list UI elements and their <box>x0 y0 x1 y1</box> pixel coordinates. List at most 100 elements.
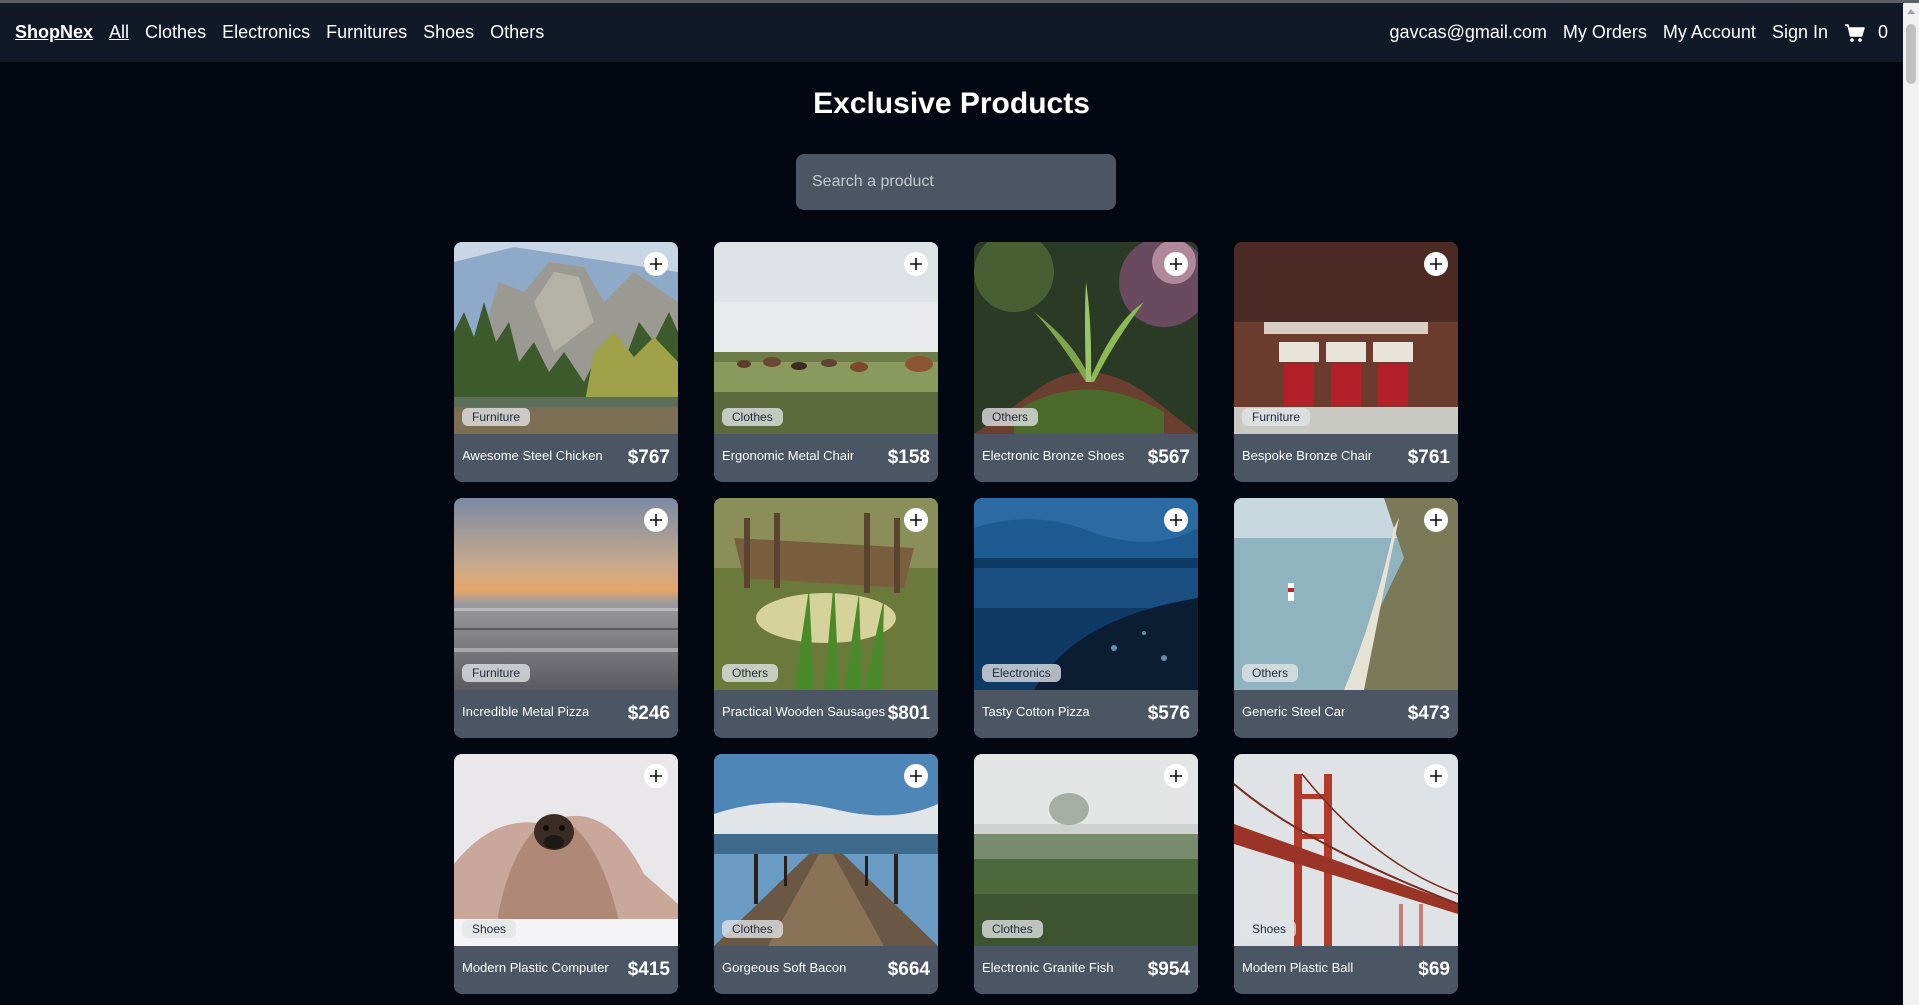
product-card[interactable]: Shoes Modern Plastic Ball $69 <box>1234 754 1458 994</box>
product-card[interactable]: Furniture Bespoke Bronze Chair $761 <box>1234 242 1458 482</box>
product-name: Bespoke Bronze Chair <box>1242 447 1373 463</box>
add-to-cart-button[interactable] <box>904 252 928 276</box>
product-price: $801 <box>887 703 930 724</box>
product-image: Furniture <box>1234 242 1458 434</box>
my-orders-link[interactable]: My Orders <box>1563 22 1647 43</box>
blue-shore-image <box>974 498 1198 690</box>
red-bridge-image <box>1234 754 1458 946</box>
nav-left: ShopNex All Clothes Electronics Furnitur… <box>15 22 544 43</box>
product-price: $69 <box>1418 959 1450 980</box>
plus-icon <box>650 514 662 526</box>
product-name: Awesome Steel Chicken <box>462 447 603 463</box>
category-badge: Others <box>722 664 779 682</box>
product-name: Incredible Metal Pizza <box>462 703 590 719</box>
plus-icon <box>1170 514 1182 526</box>
product-image: Furniture <box>454 242 678 434</box>
product-info: Incredible Metal Pizza $246 <box>454 690 678 738</box>
product-name: Ergonomic Metal Chair <box>722 447 855 463</box>
category-badge: Furniture <box>1242 408 1311 426</box>
product-card[interactable]: Clothes Gorgeous Soft Bacon $664 <box>714 754 938 994</box>
product-info: Tasty Cotton Pizza $576 <box>974 690 1198 738</box>
product-name: Practical Wooden Sausages <box>722 703 886 719</box>
product-card[interactable]: Others Practical Wooden Sausages $801 <box>714 498 938 738</box>
nav-link-all[interactable]: All <box>109 22 129 43</box>
product-name: Modern Plastic Ball <box>1242 959 1354 975</box>
add-to-cart-button[interactable] <box>644 508 668 532</box>
product-image: Shoes <box>454 754 678 946</box>
product-info: Bespoke Bronze Chair $761 <box>1234 434 1458 482</box>
product-name: Electronic Bronze Shoes <box>982 447 1125 463</box>
plus-icon <box>1430 770 1442 782</box>
category-badge: Shoes <box>1242 920 1297 938</box>
product-image: Electronics <box>974 498 1198 690</box>
product-image: Others <box>1234 498 1458 690</box>
product-card[interactable]: Furniture Awesome Steel Chicken $767 <box>454 242 678 482</box>
product-info: Practical Wooden Sausages $801 <box>714 690 938 738</box>
plus-icon <box>1170 258 1182 270</box>
product-image: Shoes <box>1234 754 1458 946</box>
category-badge: Furniture <box>462 664 531 682</box>
category-badge: Others <box>1242 664 1299 682</box>
sign-in-link[interactable]: Sign In <box>1772 22 1828 43</box>
product-card[interactable]: Others Electronic Bronze Shoes $567 <box>974 242 1198 482</box>
navbar: ShopNex All Clothes Electronics Furnitur… <box>0 3 1903 62</box>
product-card[interactable]: Others Generic Steel Car $473 <box>1234 498 1458 738</box>
add-to-cart-button[interactable] <box>1424 252 1448 276</box>
nav-link-furnitures[interactable]: Furnitures <box>326 22 407 43</box>
add-to-cart-button[interactable] <box>1424 508 1448 532</box>
product-info: Electronic Granite Fish $954 <box>974 946 1198 994</box>
foggy-field-image <box>974 754 1198 946</box>
sunset-sea-image <box>454 498 678 690</box>
category-badge: Clothes <box>982 920 1043 938</box>
plus-icon <box>650 258 662 270</box>
add-to-cart-button[interactable] <box>904 508 928 532</box>
category-badge: Others <box>982 408 1039 426</box>
search-input[interactable] <box>796 154 1116 210</box>
nav-link-others[interactable]: Others <box>490 22 544 43</box>
brand-logo[interactable]: ShopNex <box>15 22 93 43</box>
product-name: Tasty Cotton Pizza <box>982 703 1090 719</box>
plus-icon <box>650 770 662 782</box>
nav-link-clothes[interactable]: Clothes <box>145 22 206 43</box>
product-name: Gorgeous Soft Bacon <box>722 959 847 975</box>
product-price: $576 <box>1147 703 1190 724</box>
nav-link-shoes[interactable]: Shoes <box>423 22 474 43</box>
plus-icon <box>910 770 922 782</box>
nav-right: gavcas@gmail.com My Orders My Account Si… <box>1390 22 1888 43</box>
product-info: Gorgeous Soft Bacon $664 <box>714 946 938 994</box>
product-card[interactable]: Clothes Electronic Granite Fish $954 <box>974 754 1198 994</box>
category-badge: Electronics <box>982 664 1061 682</box>
add-to-cart-button[interactable] <box>644 252 668 276</box>
add-to-cart-button[interactable] <box>1424 764 1448 788</box>
add-to-cart-button[interactable] <box>644 764 668 788</box>
page-title: Exclusive Products <box>813 87 1090 120</box>
cart-button[interactable]: 0 <box>1844 22 1888 43</box>
add-to-cart-button[interactable] <box>1164 252 1188 276</box>
product-price: $567 <box>1147 447 1190 468</box>
scroll-up-icon[interactable] <box>1907 9 1915 14</box>
pier-image <box>714 754 938 946</box>
my-account-link[interactable]: My Account <box>1663 22 1756 43</box>
product-name: Generic Steel Car <box>1242 703 1346 719</box>
plant-closeup-image <box>974 242 1198 434</box>
plus-icon <box>910 258 922 270</box>
product-card[interactable]: Shoes Modern Plastic Computer $415 <box>454 754 678 994</box>
horses-meadow-image <box>714 242 938 434</box>
category-badge: Clothes <box>722 920 783 938</box>
nav-link-electronics[interactable]: Electronics <box>222 22 310 43</box>
product-card[interactable]: Electronics Tasty Cotton Pizza $576 <box>974 498 1198 738</box>
cliff-lighthouse-image <box>1234 498 1458 690</box>
scrollbar[interactable] <box>1903 3 1919 1005</box>
product-price: $473 <box>1407 703 1450 724</box>
product-card[interactable]: Furniture Incredible Metal Pizza $246 <box>454 498 678 738</box>
product-price: $767 <box>627 447 670 468</box>
add-to-cart-button[interactable] <box>1164 764 1188 788</box>
product-name: Electronic Granite Fish <box>982 959 1114 975</box>
add-to-cart-button[interactable] <box>1164 508 1188 532</box>
product-image: Clothes <box>974 754 1198 946</box>
product-card[interactable]: Clothes Ergonomic Metal Chair $158 <box>714 242 938 482</box>
scroll-thumb[interactable] <box>1906 24 1916 84</box>
add-to-cart-button[interactable] <box>904 764 928 788</box>
cart-icon <box>1844 23 1865 42</box>
product-image: Clothes <box>714 754 938 946</box>
